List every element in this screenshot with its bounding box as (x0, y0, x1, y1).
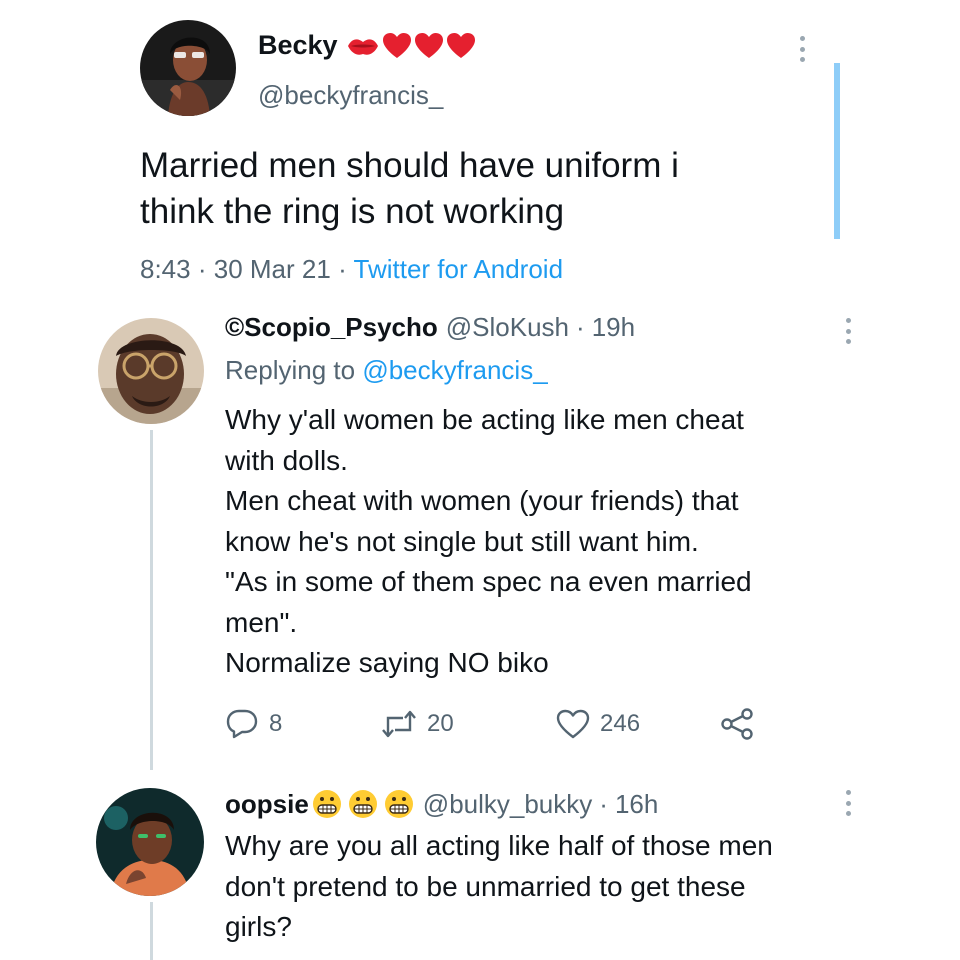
heart-icon (556, 709, 590, 739)
retweet-count: 20 (427, 710, 454, 737)
red-heart-emoji (446, 32, 475, 58)
reply-count: 8 (269, 710, 283, 737)
reply1-line: with dolls. (225, 444, 348, 476)
replying-to-label: Replying to (225, 355, 356, 385)
grimacing-face-emoji (348, 790, 377, 818)
meta-separator: · (576, 312, 585, 342)
avatar-scopio-psycho[interactable] (98, 318, 204, 424)
main-author-name[interactable]: Becky (258, 30, 338, 61)
reply2-line: don't pretend to be unmarried to get the… (225, 870, 746, 902)
red-heart-emoji (414, 32, 443, 58)
avatar-oopsie-image (96, 788, 204, 896)
thread-accent-bar (834, 63, 840, 239)
reply2-time-ago: 16h (614, 788, 659, 819)
main-author-row: Becky (258, 30, 476, 61)
grimacing-face-emoji (312, 790, 341, 818)
reply1-line: Men cheat with women (your friends) that (225, 485, 739, 516)
reply-button[interactable]: 8 (225, 704, 282, 744)
reply1-line: men". (225, 606, 298, 638)
main-author-handle[interactable]: @beckyfrancis_ (258, 80, 443, 111)
main-tweet-text: Married men should have uniform i think … (140, 143, 820, 235)
like-button[interactable]: 246 (556, 704, 640, 744)
avatar-scopio-image (98, 318, 204, 424)
reply1-header: ©Scopio_Psycho @SloKush · 19h (225, 312, 635, 343)
author-emoji-row (346, 32, 476, 60)
main-tweet-line: think the ring is not working (140, 192, 565, 231)
meta-separator: · (197, 254, 207, 284)
avatar-oopsie[interactable] (96, 788, 204, 896)
avatar-becky-image (140, 20, 236, 116)
thread-connector-line (150, 902, 153, 960)
reply2-handle[interactable]: @bulky_bukky (423, 789, 592, 820)
red-heart-emoji (382, 32, 411, 58)
reply1-line: Normalize saying NO biko (225, 647, 549, 678)
replying-to: Replying to @beckyfrancis_ (225, 355, 548, 386)
main-tweet-line: Married men should have uniform i (140, 146, 679, 185)
retweet-icon (382, 710, 416, 738)
avatar-becky[interactable] (140, 20, 236, 116)
meta-separator: · (338, 254, 347, 284)
lips-emoji (347, 38, 378, 55)
reply1-line: Why y'all women be acting like men cheat (225, 404, 744, 435)
share-icon (721, 708, 753, 740)
reply1-text: Why y'all women be acting like men cheat… (225, 400, 865, 684)
tweet-source-link[interactable]: Twitter for Android (354, 254, 564, 284)
reply1-handle[interactable]: @SloKush (446, 312, 569, 343)
share-button[interactable] (720, 704, 754, 744)
meta-separator: · (599, 788, 608, 819)
reply2-emoji-row (311, 788, 415, 820)
reply1-line: know he's not single but still want him. (225, 525, 699, 557)
reply1-action-bar: 8 20 246 (225, 704, 785, 744)
replying-to-mention[interactable]: @beckyfrancis_ (362, 355, 547, 385)
main-tweet-meta: 8:43 · 30 Mar 21 · Twitter for Android (140, 254, 563, 285)
reply2-header: oopsie @bulky_bukky · 16h (225, 788, 658, 820)
reply-bubble-icon (226, 709, 258, 739)
retweet-button[interactable]: 20 (381, 704, 454, 744)
reply1-author-name[interactable]: ©Scopio_Psycho (225, 312, 438, 343)
reply2-line: girls? (225, 911, 292, 942)
more-options-icon[interactable] (792, 36, 812, 62)
like-count: 246 (600, 710, 641, 737)
reply2-text: Why are you all acting like half of thos… (225, 826, 885, 948)
grimacing-face-emoji (384, 790, 413, 818)
tweet-time: 8:43 (140, 254, 191, 284)
reply2-line: Why are you all acting like half of thos… (225, 830, 773, 861)
reply2-author-name[interactable]: oopsie (225, 789, 309, 820)
thread-connector-line (150, 430, 153, 770)
reply1-line: "As in some of them spec na even married (225, 566, 752, 597)
more-options-icon[interactable] (838, 790, 858, 816)
reply1-time-ago: 19h (591, 312, 636, 342)
tweet-date: 30 Mar 21 (213, 254, 331, 284)
more-options-icon[interactable] (838, 318, 858, 344)
tweet-thread: Becky @beckyfrancis_ Married men should … (0, 0, 960, 960)
